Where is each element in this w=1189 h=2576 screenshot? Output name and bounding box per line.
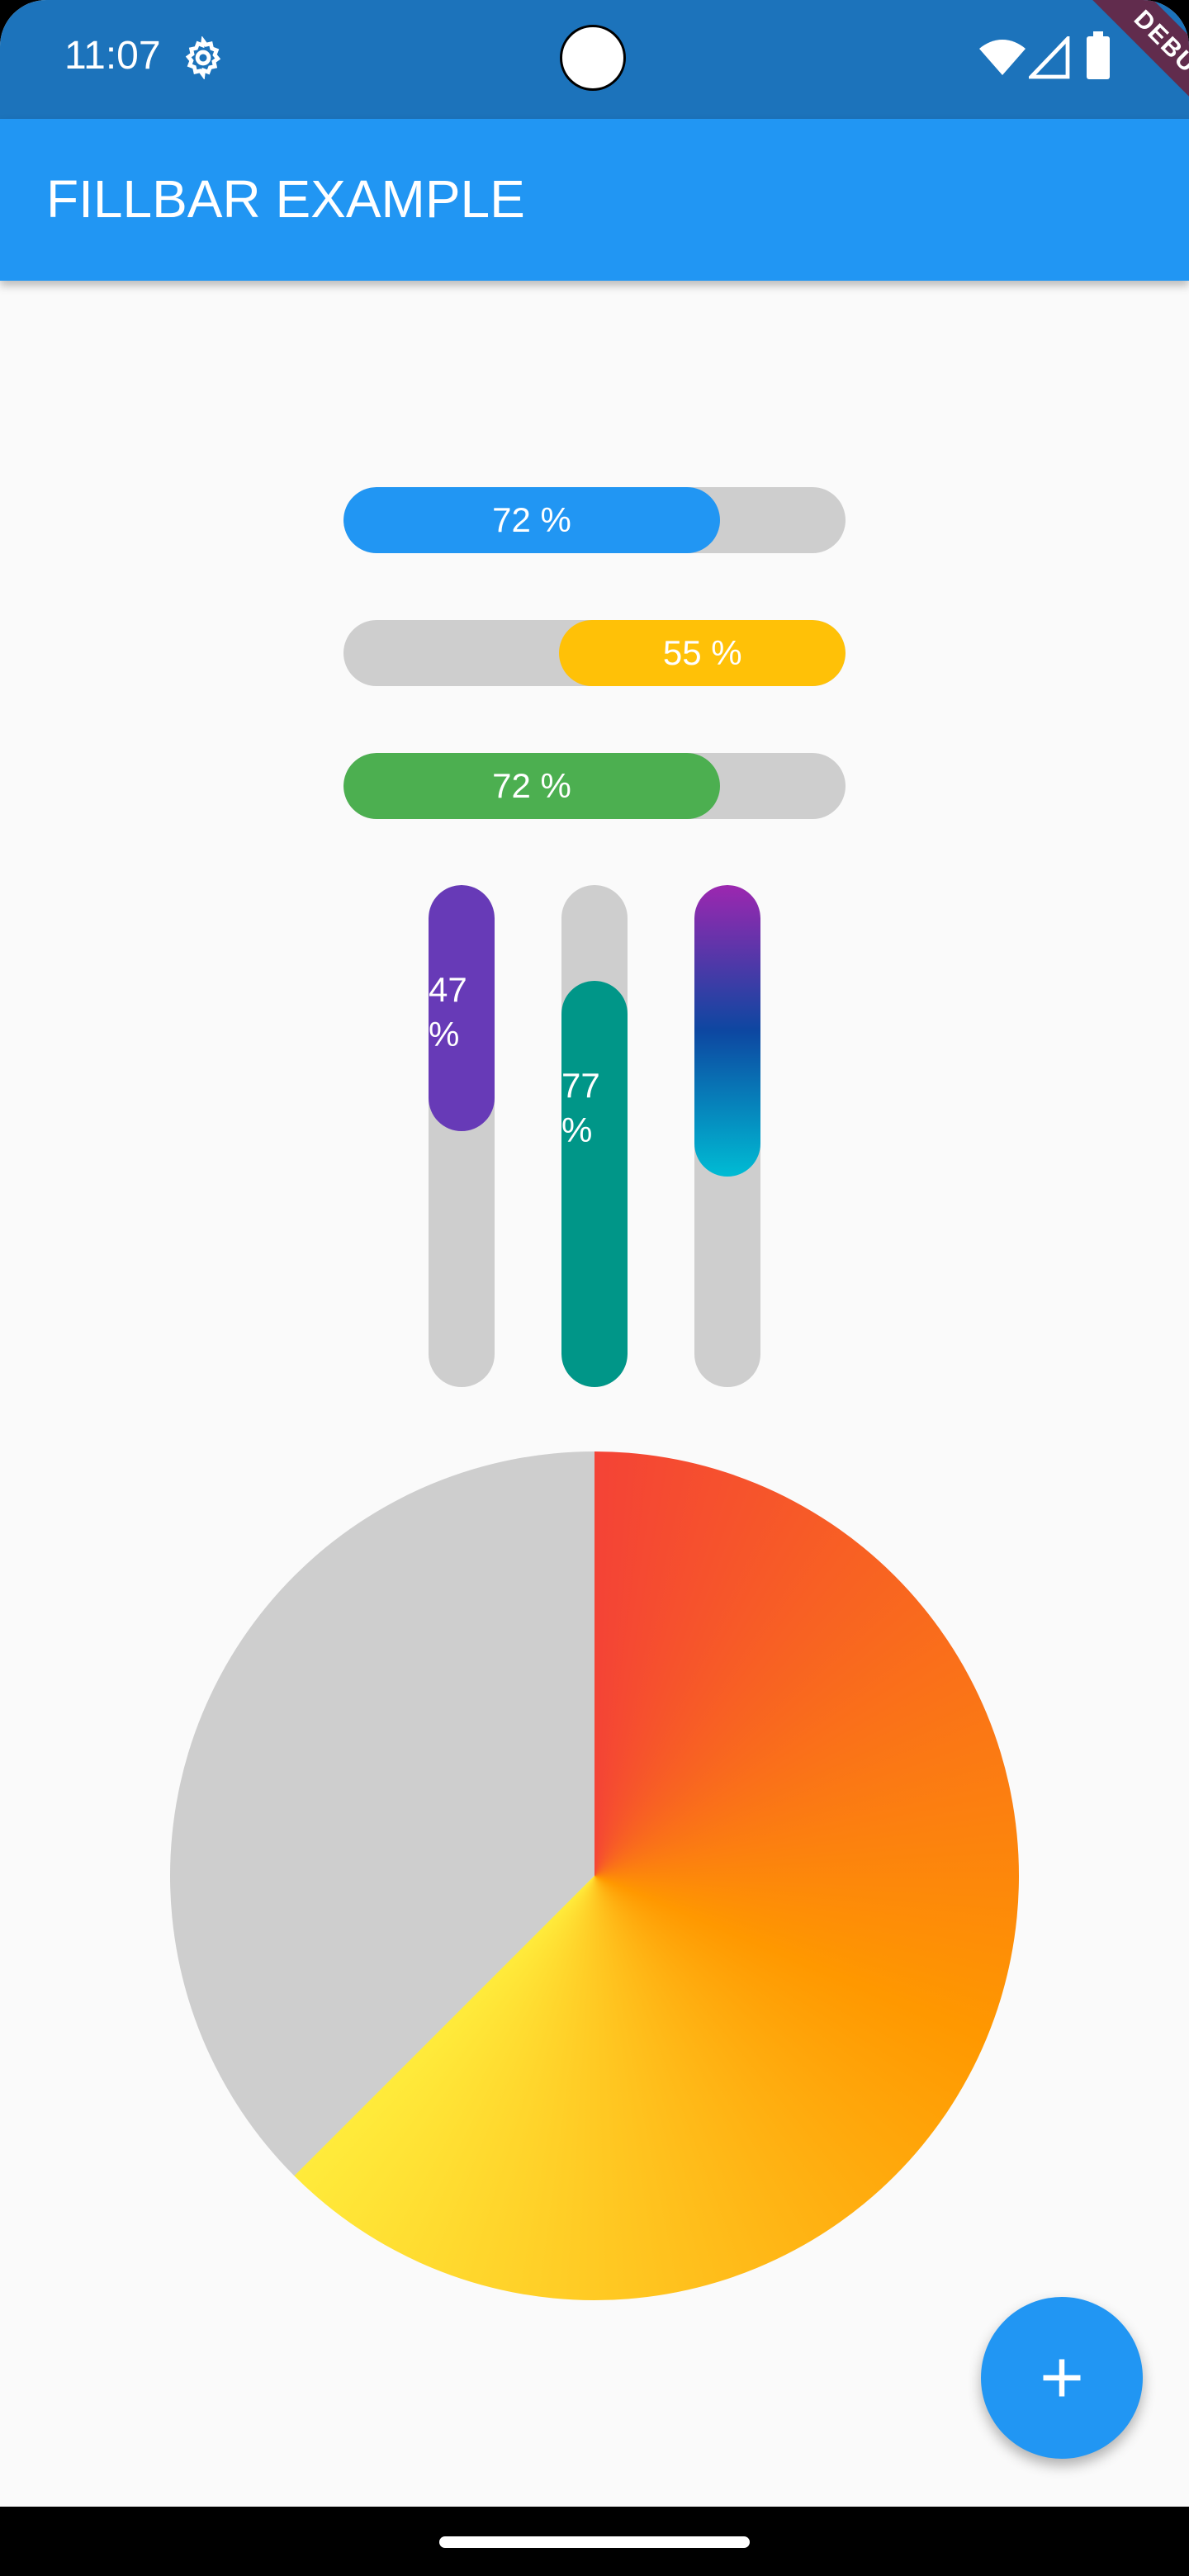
fill-percent-sign: % (429, 1015, 460, 1054)
camera-cutout (560, 25, 626, 91)
screen: 11:07 DEBUG FILLBAR EXAMPLE 72 % 55 % 72… (0, 0, 1189, 2507)
wifi-icon (979, 40, 1026, 75)
horizontal-fillbar-2: 55 % (343, 620, 846, 686)
fill-percent-value: 77 (561, 1065, 600, 1105)
horizontal-fill-2: 55 % (559, 620, 846, 686)
battery-icon (1087, 31, 1110, 79)
fill-percent-label: 72 % (492, 500, 571, 539)
horizontal-fill-1: 72 % (343, 487, 720, 553)
fill-percent-label: 55 % (662, 633, 742, 672)
add-button[interactable] (981, 2297, 1143, 2459)
signal-icon (1029, 36, 1070, 79)
app-bar: FILLBAR EXAMPLE (0, 119, 1189, 281)
app-title: FILLBAR EXAMPLE (46, 169, 525, 229)
horizontal-fill-3: 72 % (343, 753, 720, 819)
gear-icon (185, 36, 221, 79)
vertical-fill-1: 47 % (429, 885, 495, 1131)
vertical-fill-3 (694, 885, 760, 1177)
fill-percent-value: 47 (429, 970, 467, 1009)
home-indicator[interactable] (439, 2536, 750, 2548)
vertical-fillbar-3 (694, 885, 760, 1387)
pie-fillbar (170, 1451, 1019, 2300)
fill-percent-label: 72 % (492, 766, 571, 805)
status-bar: 11:07 DEBUG (0, 0, 1189, 141)
vertical-fillbar-2: 77 % (561, 885, 628, 1387)
plus-icon (1043, 2359, 1081, 2397)
horizontal-fillbar-3: 72 % (343, 753, 846, 819)
vertical-fill-2: 77 % (561, 980, 628, 1387)
horizontal-fillbar-1: 72 % (343, 487, 846, 553)
status-time: 11:07 (64, 34, 161, 78)
fill-percent-sign: % (561, 1110, 593, 1149)
vertical-fillbar-1: 47 % (429, 885, 495, 1387)
